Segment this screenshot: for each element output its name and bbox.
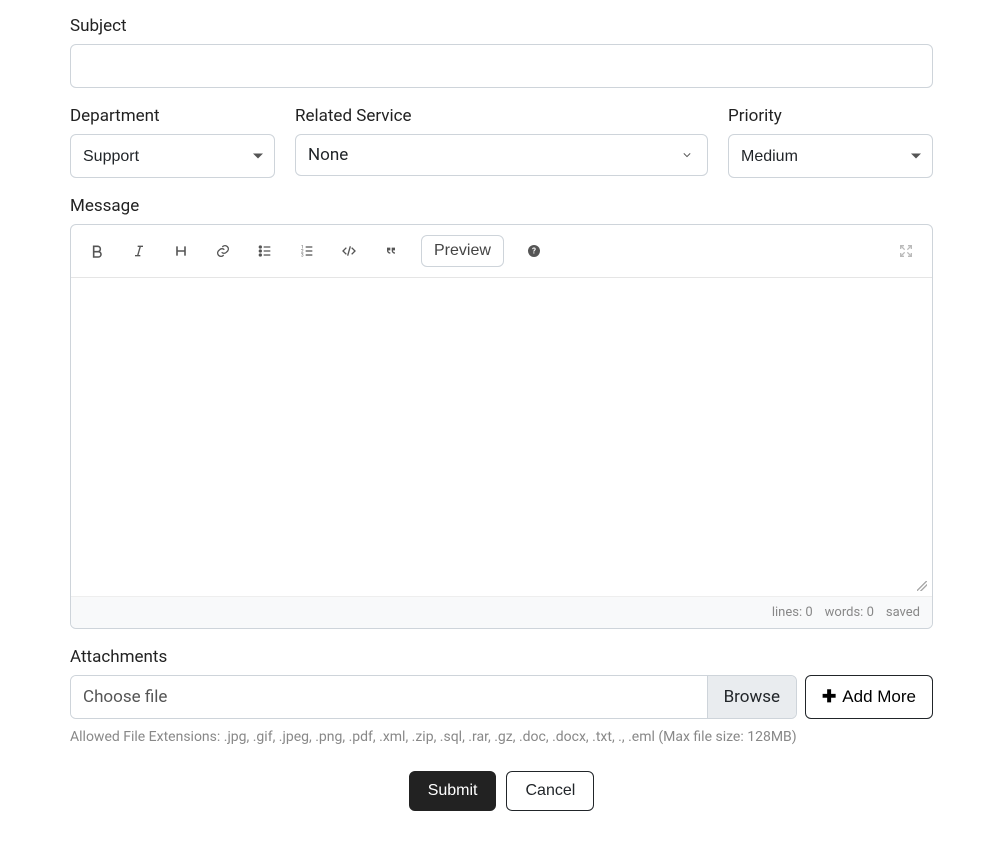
add-more-label: Add More xyxy=(842,687,916,707)
svg-text:3: 3 xyxy=(301,252,304,258)
status-saved: saved xyxy=(886,605,920,620)
message-label: Message xyxy=(70,196,933,216)
status-words: words: 0 xyxy=(825,605,874,620)
editor-toolbar: 123 Preview ? xyxy=(71,225,932,278)
status-lines: lines: 0 xyxy=(772,605,813,620)
file-input-group[interactable]: Choose file Browse xyxy=(70,675,797,719)
editor-statusbar: lines: 0 words: 0 saved xyxy=(71,596,932,628)
lines-label: lines: xyxy=(772,605,802,620)
message-textarea[interactable] xyxy=(71,278,932,588)
related-service-value: None xyxy=(308,145,348,165)
italic-icon[interactable] xyxy=(127,239,151,263)
cancel-button[interactable]: Cancel xyxy=(506,771,594,811)
message-editor: 123 Preview ? lines: 0 w xyxy=(70,224,933,629)
heading-icon[interactable] xyxy=(169,239,193,263)
subject-label: Subject xyxy=(70,16,933,36)
priority-label: Priority xyxy=(728,106,933,126)
related-service-select[interactable]: None xyxy=(295,134,708,176)
code-icon[interactable] xyxy=(337,239,361,263)
submit-button[interactable]: Submit xyxy=(409,771,497,811)
svg-text:?: ? xyxy=(532,247,536,256)
help-icon[interactable]: ? xyxy=(522,239,546,263)
resize-handle-icon[interactable] xyxy=(71,588,932,596)
add-more-button[interactable]: ✚ Add More xyxy=(805,675,933,719)
chevron-down-icon xyxy=(677,145,697,165)
file-name-display: Choose file xyxy=(71,676,707,718)
words-value: 0 xyxy=(867,605,874,620)
link-icon[interactable] xyxy=(211,239,235,263)
lines-value: 0 xyxy=(805,605,812,620)
bold-icon[interactable] xyxy=(85,239,109,263)
browse-button[interactable]: Browse xyxy=(707,676,796,718)
plus-icon: ✚ xyxy=(822,687,836,707)
quote-icon[interactable] xyxy=(379,239,403,263)
related-service-label: Related Service xyxy=(295,106,708,126)
fullscreen-icon[interactable] xyxy=(894,239,918,263)
preview-button[interactable]: Preview xyxy=(421,235,504,267)
ordered-list-icon[interactable]: 123 xyxy=(295,239,319,263)
department-label: Department xyxy=(70,106,275,126)
subject-input[interactable] xyxy=(70,44,933,88)
unordered-list-icon[interactable] xyxy=(253,239,277,263)
priority-select[interactable]: Medium xyxy=(728,134,933,178)
attachments-label: Attachments xyxy=(70,647,933,667)
words-label: words: xyxy=(825,605,864,620)
attachments-hint: Allowed File Extensions: .jpg, .gif, .jp… xyxy=(70,729,933,745)
department-select[interactable]: Support xyxy=(70,134,275,178)
